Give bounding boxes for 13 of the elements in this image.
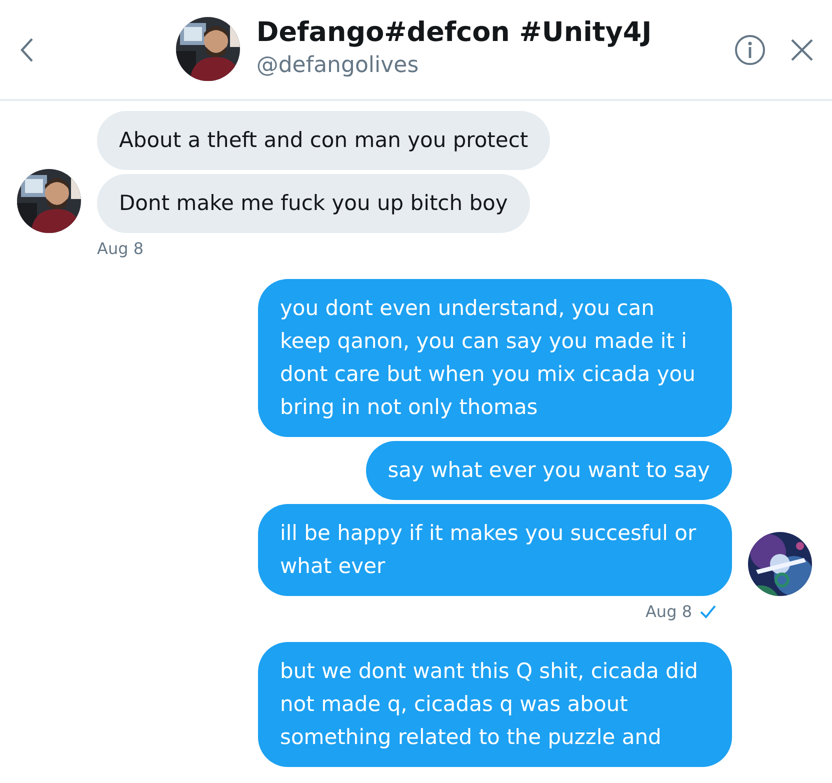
message-bubble: you dont even understand, you can keep qanon, you can say you made it i dont care but when you mix cicada you bring in not only thomas [258,279,732,437]
info-icon[interactable] [734,34,766,66]
message-bubble: say what ever you want to say [366,441,732,500]
timestamp: Aug 8 [645,601,692,623]
back-icon[interactable] [20,36,34,62]
timestamp: Aug 8 [97,238,144,260]
close-icon[interactable] [790,38,814,62]
contact-name: Defango#defcon #Unity4J [256,16,652,50]
contact-handle: @defangolives [256,52,420,80]
message-bubble: ill be happy if it makes you succesful or what ever [258,504,732,596]
message-bubble: Dont make me fuck you up bitch boy [97,174,530,233]
message-bubble: About a theft and con man you protect [97,111,550,170]
message-bubble: but we dont want this Q shit, cicada did not made q, cicadas q was about something related to the puzzle and [258,642,732,767]
